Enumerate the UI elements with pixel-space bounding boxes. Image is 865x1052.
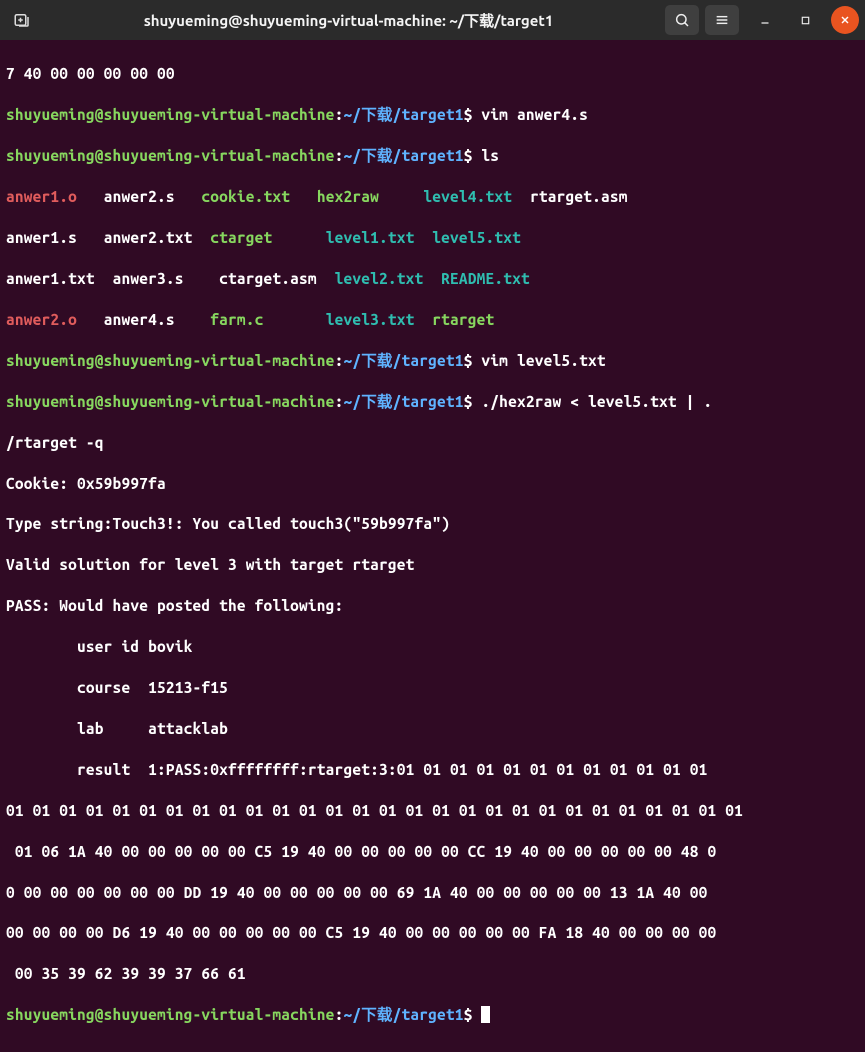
ls-row: anwer2.o anwer4.s farm.c level3.txt rtar… xyxy=(6,310,859,330)
file-exec: rtarget xyxy=(432,311,494,328)
search-button[interactable] xyxy=(665,5,699,35)
output-line: 7 40 00 00 00 00 00 xyxy=(6,64,859,84)
file-exec: farm.c xyxy=(210,311,325,328)
ls-row: anwer1.o anwer2.s cookie.txt hex2raw lev… xyxy=(6,187,859,207)
close-button[interactable] xyxy=(831,6,859,34)
file-exec: hex2raw xyxy=(317,188,424,205)
file-text: level5.txt xyxy=(432,229,521,246)
prompt-line: shuyueming@shuyueming-virtual-machine:~/… xyxy=(6,351,859,371)
ls-row: anwer1.txt anwer3.s ctarget.asm level2.t… xyxy=(6,269,859,289)
file-plain: anwer1.txt xyxy=(6,270,113,287)
prompt-line: shuyueming@shuyueming-virtual-machine:~/… xyxy=(6,1005,859,1025)
hamburger-menu-button[interactable] xyxy=(705,5,739,35)
file-text: level4.txt xyxy=(423,188,530,205)
file-plain: anwer3.s xyxy=(113,270,220,287)
prompt-line: shuyueming@shuyueming-virtual-machine:~/… xyxy=(6,146,859,166)
file-plain: ctarget.asm xyxy=(219,270,334,287)
file-archive: anwer2.o xyxy=(6,311,104,328)
file-archive: anwer1.o xyxy=(6,188,104,205)
output-line: 01 01 01 01 01 01 01 01 01 01 01 01 01 0… xyxy=(6,801,859,821)
output-line: user id bovik xyxy=(6,637,859,657)
command-text: vim level5.txt xyxy=(473,352,606,369)
file-exec: ctarget xyxy=(210,229,325,246)
window-title: shuyueming@shuyueming-virtual-machine: ~… xyxy=(38,10,659,31)
output-line: result 1:PASS:0xffffffff:rtarget:3:01 01… xyxy=(6,760,859,780)
output-line: 00 35 39 62 39 39 37 66 61 xyxy=(6,964,859,984)
prompt-user: shuyueming@shuyueming-virtual-machine xyxy=(6,106,335,123)
output-line: lab attacklab xyxy=(6,719,859,739)
maximize-button[interactable] xyxy=(791,6,819,34)
prompt-line: shuyueming@shuyueming-virtual-machine:~/… xyxy=(6,105,859,125)
minimize-button[interactable] xyxy=(751,6,779,34)
file-plain: anwer2.txt xyxy=(104,229,211,246)
prompt-line: shuyueming@shuyueming-virtual-machine:~/… xyxy=(6,392,859,412)
file-plain: anwer2.s xyxy=(104,188,202,205)
output-line: /rtarget -q xyxy=(6,433,859,453)
ls-row: anwer1.s anwer2.txt ctarget level1.txt l… xyxy=(6,228,859,248)
cursor xyxy=(481,1006,490,1023)
output-line: course 15213-f15 xyxy=(6,678,859,698)
prompt-path: ~/下载/target1 xyxy=(343,106,463,123)
terminal-output[interactable]: 7 40 00 00 00 00 00 shuyueming@shuyuemin… xyxy=(0,40,865,1052)
command-text: ./hex2raw < level5.txt | . xyxy=(473,393,713,410)
output-line: Cookie: 0x59b997fa xyxy=(6,474,859,494)
file-text: level2.txt xyxy=(335,270,442,287)
new-tab-button[interactable] xyxy=(6,5,38,35)
output-line: 00 00 00 00 D6 19 40 00 00 00 00 00 C5 1… xyxy=(6,923,859,943)
command-text: vim anwer4.s xyxy=(473,106,588,123)
output-line: 01 06 1A 40 00 00 00 00 00 C5 19 40 00 0… xyxy=(6,842,859,862)
file-text: README.txt xyxy=(441,270,530,287)
file-plain: rtarget.asm xyxy=(530,188,628,205)
file-plain: anwer1.s xyxy=(6,229,104,246)
output-line: 0 00 00 00 00 00 00 DD 19 40 00 00 00 00… xyxy=(6,883,859,903)
file-text: level3.txt xyxy=(326,311,433,328)
output-line: Type string:Touch3!: You called touch3("… xyxy=(6,514,859,534)
file-text: level1.txt xyxy=(326,229,433,246)
file-exec: cookie.txt xyxy=(201,188,316,205)
window-titlebar: shuyueming@shuyueming-virtual-machine: ~… xyxy=(0,0,865,40)
command-text: ls xyxy=(473,147,500,164)
file-plain: anwer4.s xyxy=(104,311,211,328)
output-line: PASS: Would have posted the following: xyxy=(6,596,859,616)
